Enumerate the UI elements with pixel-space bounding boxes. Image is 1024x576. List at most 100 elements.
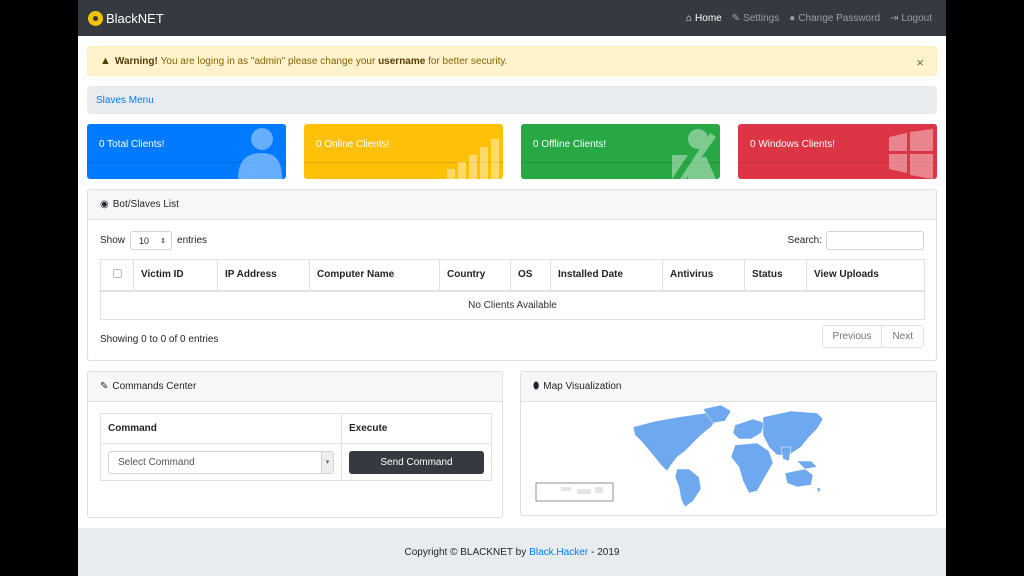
stat-offline-label: 0 Offline Clients! <box>533 139 607 150</box>
entries-select[interactable]: 10 ⇕ <box>130 231 173 250</box>
breadcrumb-slaves-menu[interactable]: Slaves Menu <box>96 95 154 106</box>
map-se-asia <box>796 460 818 470</box>
col-execute: Execute <box>341 413 492 444</box>
map-australia <box>784 468 814 488</box>
search-label: Search: <box>787 235 822 246</box>
col-status[interactable]: Status <box>744 259 807 292</box>
home-icon: ⌂ <box>685 12 693 24</box>
select-all-checkbox[interactable] <box>112 268 122 278</box>
col-command: Command <box>100 413 342 444</box>
table-header-row: Victim ID IP Address Computer Name Count… <box>100 259 925 292</box>
radiation-logo-icon <box>88 10 103 26</box>
empty-table-message: No Clients Available <box>100 290 925 320</box>
select-all-header[interactable] <box>100 259 134 292</box>
alert-username: username <box>378 55 426 67</box>
brand-name: BlackNET <box>106 10 164 26</box>
commands-header-row: Command Execute <box>100 413 492 444</box>
map-africa <box>730 442 774 494</box>
close-icon[interactable]: × <box>916 55 924 70</box>
map-new-zealand <box>816 486 822 494</box>
nav-change-password-label: Change Password <box>798 12 881 24</box>
col-computer-name[interactable]: Computer Name <box>309 259 440 292</box>
col-country[interactable]: Country <box>439 259 511 292</box>
footer-suffix: - 2019 <box>591 546 620 558</box>
nav-home[interactable]: ⌂ Home <box>686 13 722 24</box>
stat-card-windows[interactable]: 0 Windows Clients! <box>738 124 937 179</box>
command-select-value: Select Command <box>118 456 195 468</box>
sign-out-icon: ⇥ <box>890 12 899 24</box>
no-signal-icon <box>672 129 716 179</box>
table-info: Showing 0 to 0 of 0 entries <box>100 334 219 345</box>
wrench-icon: ✎ <box>731 12 741 24</box>
stat-card-total[interactable]: 0 Total Clients! <box>87 124 286 179</box>
stat-card-online[interactable]: 0 Online Clients! <box>304 124 503 179</box>
entries-value: 10 <box>139 235 150 246</box>
brand[interactable]: BlackNET <box>88 10 164 26</box>
table-row: No Clients Available <box>100 290 925 320</box>
footer: Copyright © BLACKNET by Black.Hacker - 2… <box>78 528 946 576</box>
col-view-uploads[interactable]: View Uploads <box>806 259 925 292</box>
page: BlackNET ⌂ Home ✎ Settings ● Change Passwor… <box>78 0 946 576</box>
map-north-america <box>632 412 718 472</box>
sort-arrows-icon: ⇕ <box>160 237 167 245</box>
map-marker-icon: ⬮ <box>533 381 540 392</box>
next-button[interactable]: Next <box>881 326 923 347</box>
col-antivirus[interactable]: Antivirus <box>662 259 745 292</box>
bots-panel: ◉ Bot/Slaves List Show 10 ⇕ entries Sear… <box>87 189 937 361</box>
map-south-america <box>674 468 702 508</box>
map-panel: ⬮ Map Visualization <box>520 371 937 516</box>
entries-length: Show 10 ⇕ entries <box>100 231 207 250</box>
windows-icon <box>889 129 933 179</box>
alert-text-after: for better security. <box>428 55 508 67</box>
commands-row: Select Command ▾ Send Command <box>100 443 492 481</box>
map-inset <box>561 487 603 494</box>
footer-prefix: Copyright © BLACKNET by <box>404 546 527 558</box>
command-select[interactable]: Select Command ▾ <box>108 450 334 474</box>
map-panel-header: ⬮ Map Visualization <box>521 372 936 402</box>
bots-panel-header: ◉ Bot/Slaves List <box>88 190 936 220</box>
commands-panel-title: Commands Center <box>112 381 197 392</box>
stat-online-label: 0 Online Clients! <box>316 139 390 150</box>
entries-label: entries <box>177 235 208 246</box>
nav-home-label: Home <box>695 12 722 24</box>
bots-panel-title: Bot/Slaves List <box>112 199 179 210</box>
send-command-button[interactable]: Send Command <box>349 450 484 474</box>
nav-logout[interactable]: ⇥ Logout <box>890 13 932 24</box>
nav-logout-label: Logout <box>901 12 932 24</box>
pagination: Previous Next <box>821 325 924 348</box>
bots-table: Victim ID IP Address Computer Name Count… <box>100 259 925 320</box>
users-icon <box>238 128 282 179</box>
navbar: BlackNET ⌂ Home ✎ Settings ● Change Passwor… <box>78 0 946 36</box>
col-os[interactable]: OS <box>510 259 551 292</box>
previous-button[interactable]: Previous <box>823 326 882 347</box>
map-asia <box>762 410 824 456</box>
world-map[interactable] <box>521 403 938 516</box>
col-victim-id[interactable]: Victim ID <box>133 259 218 292</box>
nav-settings-label: Settings <box>743 12 780 24</box>
execute-cell: Send Command <box>341 443 492 481</box>
command-cell: Select Command ▾ <box>100 443 342 481</box>
nav-settings[interactable]: ✎ Settings <box>732 13 780 24</box>
commands-panel: ✎ Commands Center Command Execute Select… <box>87 371 503 518</box>
commands-table: Command Execute Select Command ▾ Send Co… <box>100 413 492 481</box>
stat-card-offline[interactable]: 0 Offline Clients! <box>521 124 720 179</box>
alert-text-before: You are loging in as "admin" please chan… <box>160 55 376 67</box>
user-circle-icon: ◉ <box>100 199 109 210</box>
wrench-icon: ✎ <box>100 381 109 392</box>
user-icon: ● <box>789 12 796 24</box>
nav-change-password[interactable]: ● Change Password <box>789 13 880 24</box>
warning-alert: ▲ Warning! You are loging in as "admin" … <box>87 46 937 76</box>
chevron-down-icon: ▾ <box>321 451 333 473</box>
stat-windows-label: 0 Windows Clients! <box>750 139 836 150</box>
stat-total-label: 0 Total Clients! <box>99 139 165 150</box>
table-search: Search: <box>788 231 924 250</box>
map-panel-title: Map Visualization <box>543 381 622 392</box>
col-ip-address[interactable]: IP Address <box>217 259 310 292</box>
show-label: Show <box>100 235 126 246</box>
footer-author-link[interactable]: Black.Hacker <box>529 547 588 558</box>
map-india <box>780 446 792 462</box>
col-installed-date[interactable]: Installed Date <box>550 259 663 292</box>
search-input[interactable] <box>826 231 924 250</box>
breadcrumb: Slaves Menu <box>87 86 937 114</box>
warning-icon: ▲ <box>100 55 111 67</box>
